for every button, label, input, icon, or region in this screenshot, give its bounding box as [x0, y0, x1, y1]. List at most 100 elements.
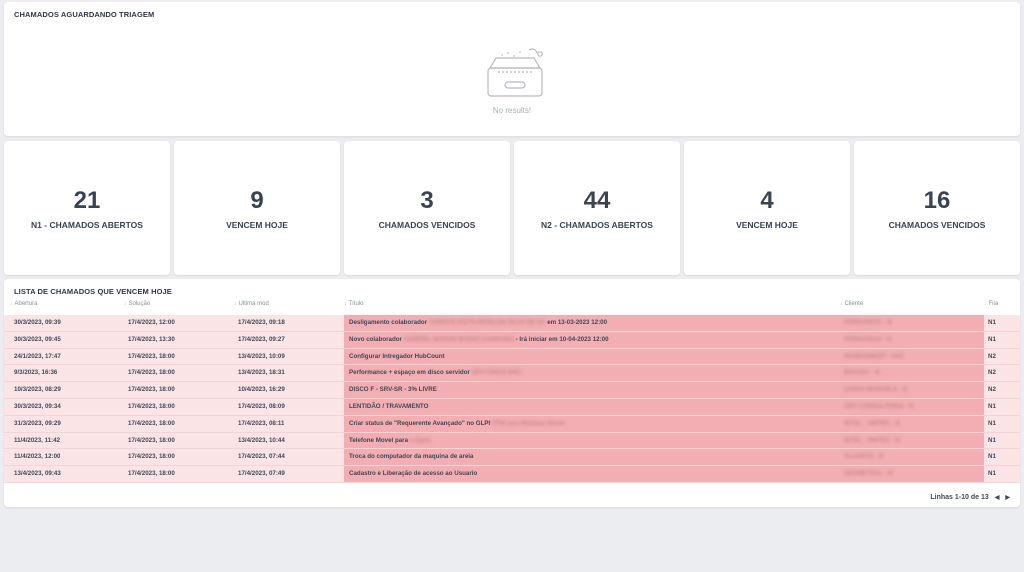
cell-abertura: 11/4/2023, 12:00 — [14, 453, 61, 461]
triage-card: CHAMADOS AGUARDANDO TRIAGEM No results! — [4, 2, 1020, 136]
cell-cliente: GRT CONSULTORIA - N — [840, 399, 984, 415]
titulo-text: Telefone Movel para — [349, 436, 409, 444]
cell-ultima-mod: 17/4/2023, 07:44 — [238, 453, 285, 461]
kpi-value: 3 — [420, 187, 434, 214]
cell-cliente: INTEL - VINTEC - N — [840, 415, 984, 432]
empty-box-icon — [487, 48, 543, 97]
cell-ultima-mod: 17/4/2023, 08:11 — [238, 419, 285, 427]
cell-fila: N1 — [988, 335, 996, 343]
tickets-due-today-card: LISTA DE CHAMADOS QUE VENCEM HOJE ↕ Abert… — [4, 279, 1020, 507]
redacted-client: GRT CONSULTORIA - N — [844, 403, 914, 410]
redacted-client: INTEL - VINTEC - N — [844, 436, 900, 444]
titulo-text: Cadastro e Liberação de acesso ao Usuari… — [349, 470, 478, 478]
sort-icon: ↕ — [10, 301, 13, 307]
table-row[interactable]: 30/3/2023, 09:34 17/4/2023, 18:00 17/4/202… — [4, 399, 1020, 416]
cell-cliente: FERRATECK - N — [840, 331, 984, 348]
sort-icon: ↕ — [984, 301, 987, 307]
cell-ultima-mod: 17/4/2023, 09:18 — [238, 319, 285, 326]
cell-fila: N1 — [988, 403, 996, 410]
titulo-text: Novo colaborador — [349, 335, 402, 343]
titulo-suffix: - Irá iniciar em 10-04-2023 12:00 — [515, 335, 609, 343]
cell-ultima-mod: 17/4/2023, 07:49 — [238, 470, 285, 478]
cell-cliente: BRAVEC - N — [840, 365, 984, 382]
cell-solucao: 17/4/2023, 18:00 — [128, 403, 175, 410]
cell-abertura: 13/4/2023, 09:43 — [14, 470, 61, 478]
redacted-text: GABRIEL MARON BUENO SAMPONA — [403, 335, 514, 343]
cell-solucao: 17/4/2023, 12:00 — [128, 319, 175, 326]
redacted-client: FERRATECK - N — [844, 319, 892, 326]
cell-fila: N2 — [988, 352, 996, 360]
redacted-client: SEGMETRAL - N — [844, 470, 893, 478]
table-row[interactable]: 31/3/2023, 09:29 17/4/2023, 18:00 17/4/202… — [4, 415, 1020, 433]
kpi-n1-open: 21 N1 - CHAMADOS ABERTOS — [4, 141, 170, 275]
triage-title: CHAMADOS AGUARDANDO TRIAGEM — [14, 10, 155, 19]
cell-solucao: 17/4/2023, 18:00 — [128, 419, 175, 427]
table-row[interactable]: 11/4/2023, 11:42 17/4/2023, 18:00 13/4/202… — [4, 432, 1020, 450]
column-header-titulo[interactable]: ↕ Título — [344, 301, 364, 307]
table-row[interactable]: 11/4/2023, 12:00 17/4/2023, 18:00 17/4/202… — [4, 449, 1020, 467]
column-header-abertura[interactable]: ↕ Abertura — [10, 301, 38, 307]
sort-icon: ↕ — [124, 301, 127, 307]
table-row[interactable]: 24/1/2023, 17:47 17/4/2023, 18:00 13/4/202… — [4, 348, 1020, 366]
table-row[interactable]: 30/3/2023, 09:39 17/4/2023, 12:00 17/4/202… — [4, 315, 1020, 332]
cell-cliente: FERRATECK - N — [840, 315, 984, 331]
cell-ultima-mod: 10/4/2023, 16:29 — [238, 386, 285, 394]
cell-ultima-mod: 13/4/2023, 10:44 — [238, 436, 285, 444]
cell-cliente: INGENAMENT - XXX — [840, 348, 984, 365]
kpi-label: N2 - CHAMADOS ABERTOS — [541, 220, 653, 230]
redacted-text: FPW para Bárbara Moser — [491, 419, 566, 427]
column-header-ultima-mod[interactable]: ↕ Ultima mod — [234, 301, 269, 307]
cell-fila: N1 — [988, 419, 996, 427]
sort-icon: ↕ — [234, 301, 237, 307]
chevron-left-icon[interactable]: ◀ — [995, 494, 1000, 501]
kpi-label: CHAMADOS VENCIDOS — [378, 220, 476, 230]
kpi-n2-overdue: 16 CHAMADOS VENCIDOS — [854, 141, 1020, 275]
chevron-right-icon[interactable]: ▶ — [1005, 494, 1010, 501]
kpi-value: 4 — [760, 187, 774, 214]
kpi-value: 21 — [73, 187, 101, 214]
kpi-n2-open: 44 N2 - CHAMADOS ABERTOS — [514, 141, 680, 275]
column-header-fila[interactable]: ↕ Fila — [984, 301, 998, 307]
table-row[interactable]: 10/3/2023, 08:29 17/4/2023, 18:00 10/4/202… — [4, 382, 1020, 399]
cell-abertura: 30/3/2023, 09:45 — [14, 335, 61, 343]
column-header-cliente[interactable]: ↕ Cliente — [840, 301, 863, 307]
cell-ultima-mod: 17/4/2023, 09:27 — [238, 335, 285, 343]
redacted-text: o Egon — [409, 436, 431, 444]
titulo-text: Configurar Intregador HubCount — [349, 352, 445, 360]
column-header-solucao[interactable]: ↕ Solução — [124, 301, 150, 307]
cell-abertura: 24/1/2023, 17:47 — [14, 352, 61, 360]
pagination: Linhas 1-10 de 13 ◀ ▶ — [930, 494, 1010, 501]
list-title: LISTA DE CHAMADOS QUE VENCEM HOJE — [14, 287, 172, 296]
kpi-value: 16 — [923, 187, 951, 214]
cell-fila: N1 — [988, 436, 996, 444]
kpi-value: 44 — [583, 187, 611, 214]
redacted-client: INTEL - VINTEC - N — [844, 419, 900, 427]
cell-solucao: 17/4/2023, 18:00 — [128, 470, 175, 478]
cell-fila: N1 — [988, 470, 996, 478]
titulo-text: Troca do computador da maquina de areia — [349, 453, 474, 461]
kpi-label: VENCEM HOJE — [736, 220, 798, 230]
table-row[interactable]: 30/3/2023, 09:45 17/4/2023, 13:30 17/4/202… — [4, 331, 1020, 349]
table-header: ↕ Abertura ↕ Solução ↕ Ultima mod ↕ Título ↕… — [4, 301, 1020, 313]
titulo-text: Criar status de "Requerente Avançado" no… — [349, 419, 491, 427]
cell-cliente: ALUARTE - N — [840, 449, 984, 466]
cell-ultima-mod: 17/4/2023, 08:09 — [238, 403, 285, 410]
cell-abertura: 10/3/2023, 08:29 — [14, 386, 61, 394]
titulo-suffix: em 13-03-2023 12:00 — [547, 319, 608, 326]
table-row[interactable]: 13/4/2023, 09:43 17/4/2023, 18:00 17/4/202… — [4, 466, 1020, 483]
redacted-client: SANTA MARCELA - N — [844, 386, 908, 394]
cell-abertura: 30/3/2023, 09:34 — [14, 403, 61, 410]
redacted-client: ALUARTE - N — [844, 453, 884, 461]
cell-ultima-mod: 13/4/2023, 18:31 — [238, 369, 285, 377]
table-row[interactable]: 9/3/2023, 16:36 17/4/2023, 18:00 13/4/2023… — [4, 365, 1020, 383]
titulo-text: LENTIDÃO / TRAVAMENTO — [349, 403, 429, 410]
cell-ultima-mod: 13/4/2023, 10:09 — [238, 352, 285, 360]
no-results-text: No results! — [492, 106, 532, 115]
redacted-client: FERRATECK - N — [844, 335, 892, 343]
redacted-text: SRV-VM01S-BRU — [471, 369, 522, 377]
kpi-label: CHAMADOS VENCIDOS — [888, 220, 986, 230]
cell-cliente: SEGMETRAL - N — [840, 466, 984, 482]
cell-fila: N1 — [988, 453, 996, 461]
cell-solucao: 17/4/2023, 18:00 — [128, 436, 175, 444]
titulo-text: Desligamento colaborador — [349, 319, 428, 326]
